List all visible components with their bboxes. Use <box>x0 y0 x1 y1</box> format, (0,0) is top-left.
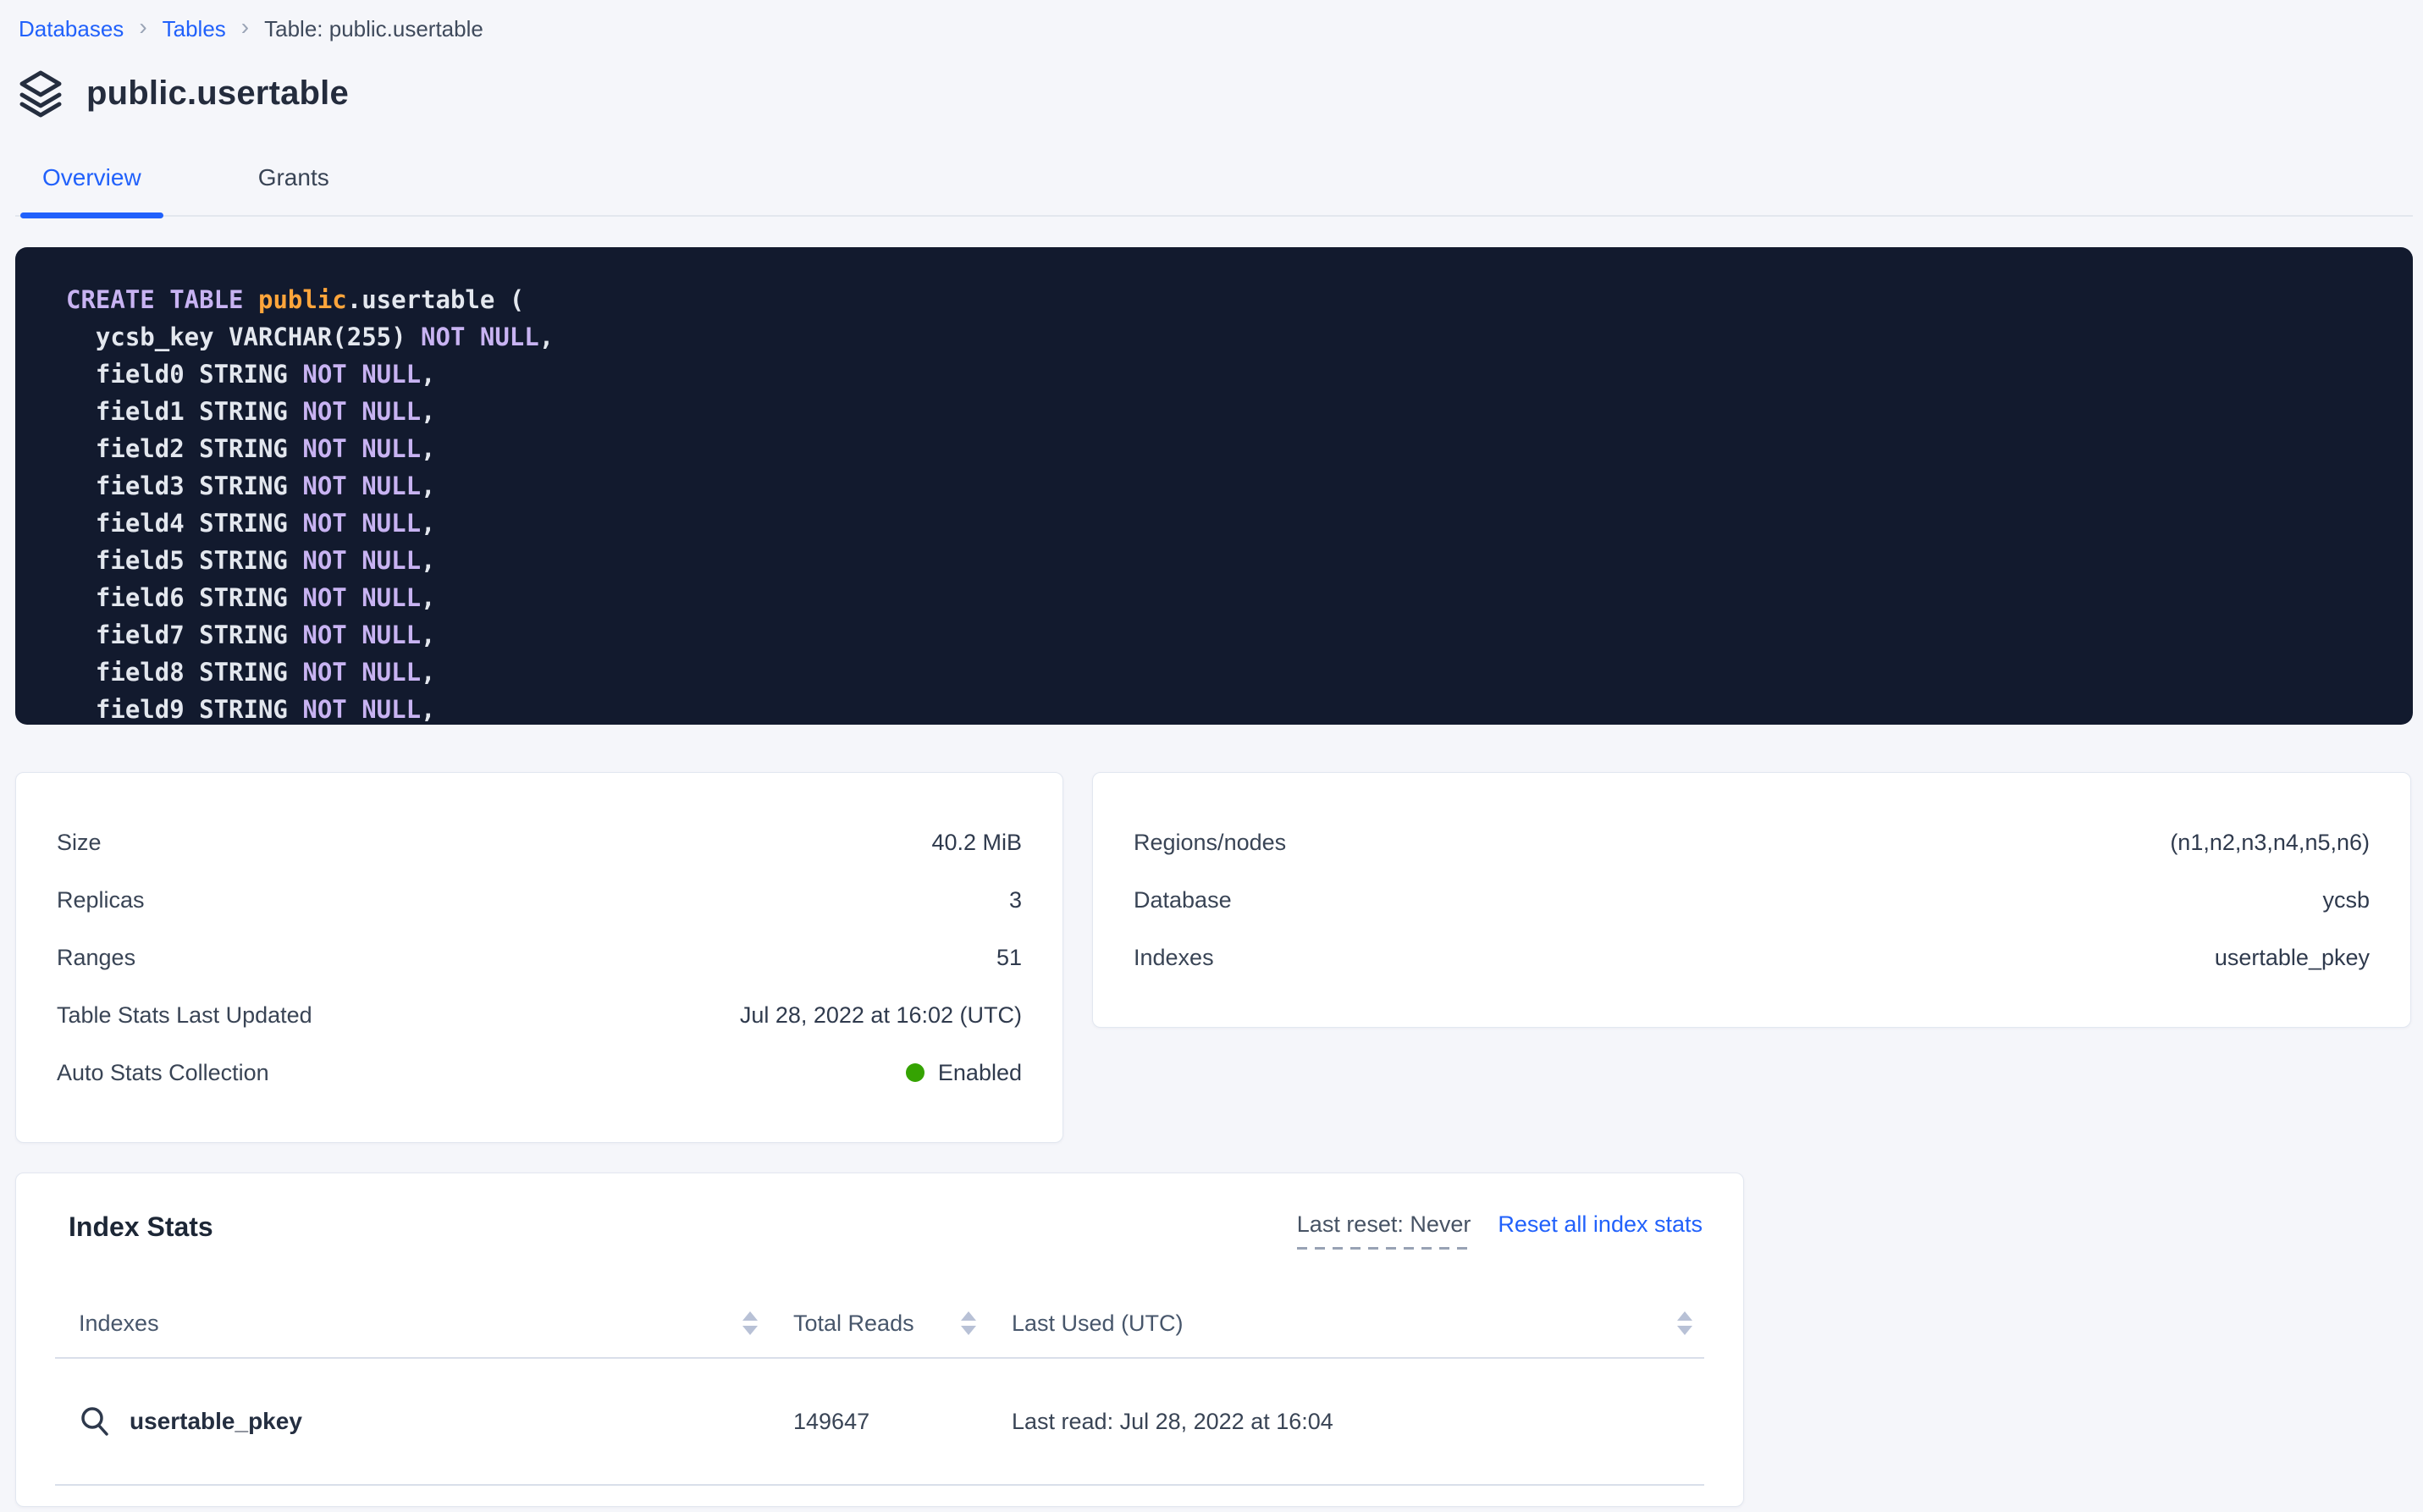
stat-row: Regions/nodes (n1,n2,n3,n4,n5,n6) <box>1134 814 2370 871</box>
index-name-cell[interactable]: usertable_pkey <box>55 1405 770 1438</box>
column-header-indexes[interactable]: Indexes <box>55 1308 770 1338</box>
breadcrumb: Databases › Tables › Table: public.usert… <box>15 12 2413 46</box>
breadcrumb-link-databases[interactable]: Databases <box>19 16 124 42</box>
stat-row: Ranges 51 <box>57 929 1022 986</box>
summary-cards-row: Size 40.2 MiB Replicas 3 Ranges 51 Table Stats… <box>15 772 2413 1143</box>
stat-label: Indexes <box>1134 945 1214 971</box>
total-reads-cell: 149647 <box>770 1409 988 1435</box>
reset-all-index-stats-link[interactable]: Reset all index stats <box>1498 1211 1703 1238</box>
sql-line: field4 STRING NOT NULL, <box>66 505 2387 542</box>
column-header-total-reads[interactable]: Total Reads <box>770 1308 988 1338</box>
tab-bar: Overview Grants <box>15 163 2413 217</box>
stat-value: (n1,n2,n3,n4,n5,n6) <box>2170 830 2370 856</box>
sql-line: field6 STRING NOT NULL, <box>66 579 2387 616</box>
stat-row: Size 40.2 MiB <box>57 814 1022 871</box>
index-stats-header: Index Stats Last reset: Never Reset all … <box>55 1211 1704 1255</box>
sql-line: field1 STRING NOT NULL, <box>66 393 2387 430</box>
index-stats-title: Index Stats <box>69 1211 213 1243</box>
sql-line: field2 STRING NOT NULL, <box>66 430 2387 467</box>
sql-line: field3 STRING NOT NULL, <box>66 467 2387 505</box>
chevron-right-icon: › <box>139 15 146 39</box>
column-header-label: Last Used (UTC) <box>1012 1311 1184 1337</box>
sql-line: field9 STRING NOT NULL, <box>66 691 2387 725</box>
sql-line: field8 STRING NOT NULL, <box>66 654 2387 691</box>
stat-label: Table Stats Last Updated <box>57 1002 312 1029</box>
status-dot-icon <box>906 1063 924 1082</box>
sql-line: field5 STRING NOT NULL, <box>66 542 2387 579</box>
stat-label: Replicas <box>57 887 145 913</box>
stat-label: Database <box>1134 887 1232 913</box>
sql-line: field7 STRING NOT NULL, <box>66 616 2387 654</box>
table-details-page: Databases › Tables › Table: public.usert… <box>0 0 2423 1512</box>
index-stats-table: Indexes Total Reads Last Used (UTC) usertab… <box>55 1289 1704 1486</box>
column-header-last-used[interactable]: Last Used (UTC) <box>988 1308 1704 1338</box>
stat-value: 40.2 MiB <box>931 830 1022 856</box>
stat-label: Ranges <box>57 945 135 971</box>
column-header-label: Total Reads <box>793 1311 914 1337</box>
stat-value: Jul 28, 2022 at 16:02 (UTC) <box>740 1002 1022 1029</box>
sql-line: field0 STRING NOT NULL, <box>66 356 2387 393</box>
stat-row: Auto Stats Collection Enabled <box>57 1044 1022 1101</box>
page-title: public.usertable <box>86 74 349 113</box>
stack-icon <box>17 68 64 119</box>
page-header: public.usertable <box>17 66 2413 120</box>
sql-line: ycsb_key VARCHAR(255) NOT NULL, <box>66 318 2387 356</box>
stat-row: Indexes usertable_pkey <box>1134 929 2370 986</box>
sql-line: CREATE TABLE public.usertable ( <box>66 281 2387 318</box>
chevron-right-icon: › <box>241 15 249 39</box>
last-reset-label: Last reset: Never <box>1297 1211 1471 1250</box>
stat-row: Database ycsb <box>1134 871 2370 929</box>
table-info-card: Regions/nodes (n1,n2,n3,n4,n5,n6) Database… <box>1092 772 2411 1028</box>
stat-value: 3 <box>1009 887 1022 913</box>
stat-value: ycsb <box>2322 887 2370 913</box>
create-table-statement[interactable]: CREATE TABLE public.usertable ( ycsb_key… <box>15 247 2413 725</box>
breadcrumb-link-tables[interactable]: Tables <box>163 16 226 42</box>
sort-arrows-icon[interactable] <box>739 1308 761 1338</box>
stat-row: Replicas 3 <box>57 871 1022 929</box>
stat-value: Enabled <box>906 1060 1022 1086</box>
search-icon <box>79 1405 111 1438</box>
sort-arrows-icon[interactable] <box>1674 1308 1696 1338</box>
stat-value: 51 <box>996 945 1022 971</box>
stat-label: Regions/nodes <box>1134 830 1286 856</box>
column-header-label: Indexes <box>79 1311 159 1337</box>
tab-grants[interactable]: Grants <box>236 163 351 215</box>
stat-label: Auto Stats Collection <box>57 1060 269 1086</box>
last-used-cell: Last read: Jul 28, 2022 at 16:04 <box>988 1409 1704 1435</box>
index-row[interactable]: usertable_pkey 149647Last read: Jul 28, 2… <box>55 1359 1704 1486</box>
breadcrumb-current: Table: public.usertable <box>264 16 483 42</box>
table-header-row: Indexes Total Reads Last Used (UTC) <box>55 1289 1704 1359</box>
index-stats-controls: Last reset: Never Reset all index stats <box>1297 1211 1703 1250</box>
table-stats-card: Size 40.2 MiB Replicas 3 Ranges 51 Table Stats… <box>15 772 1063 1143</box>
sort-arrows-icon[interactable] <box>958 1308 980 1338</box>
index-stats-card: Index Stats Last reset: Never Reset all … <box>15 1173 1744 1507</box>
tab-overview[interactable]: Overview <box>20 163 163 215</box>
stat-value: usertable_pkey <box>2215 945 2370 971</box>
stat-row: Table Stats Last Updated Jul 28, 2022 at … <box>57 986 1022 1044</box>
index-name: usertable_pkey <box>130 1408 302 1435</box>
stat-label: Size <box>57 830 102 856</box>
